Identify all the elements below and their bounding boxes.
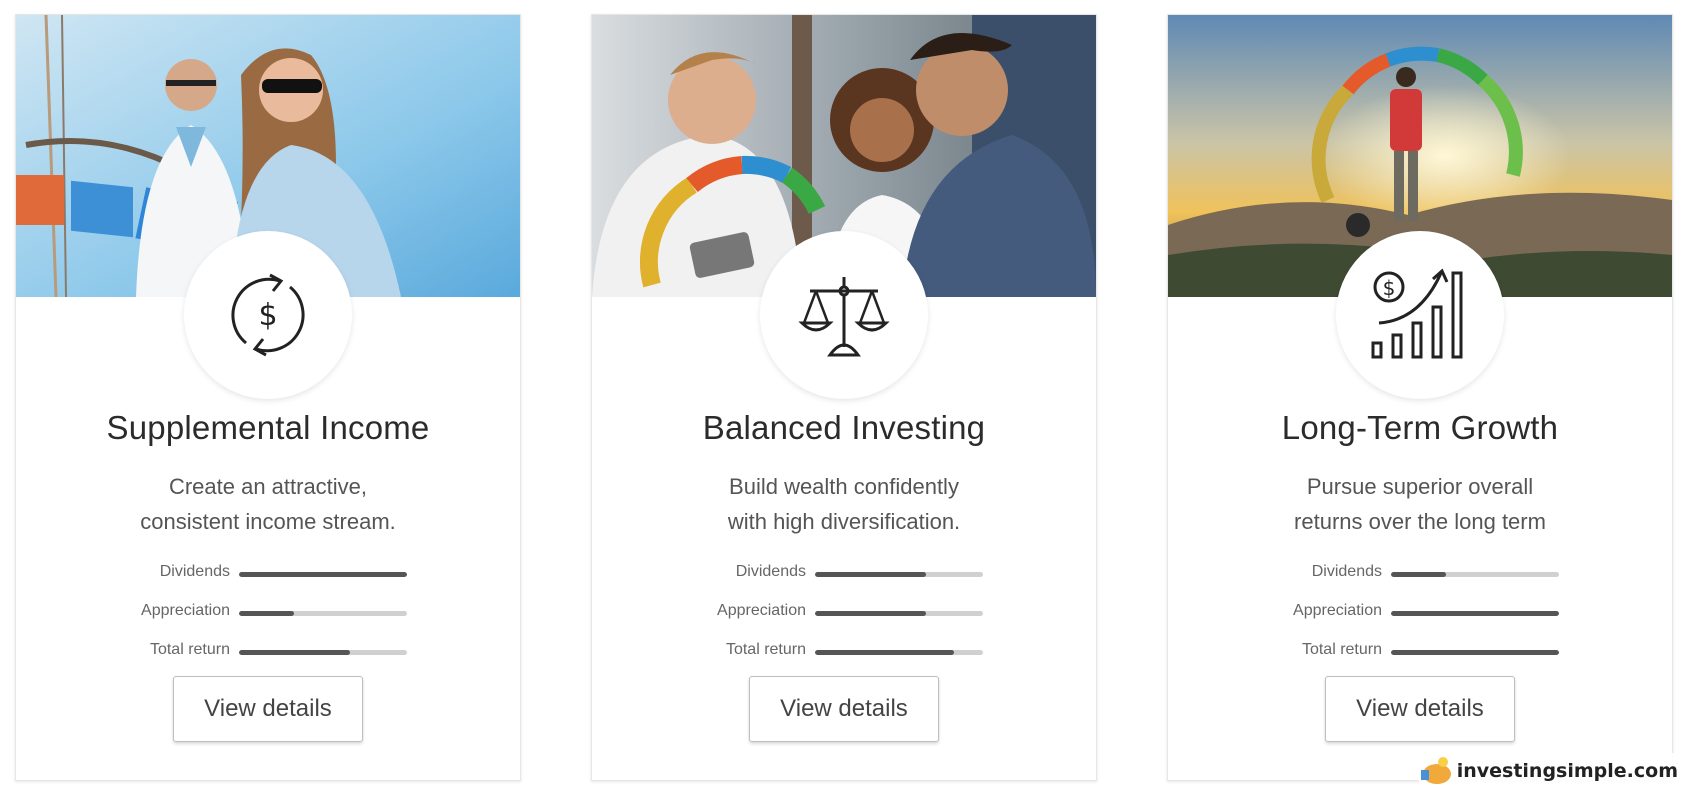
balance-scale-icon — [798, 277, 890, 357]
metrics-list: Dividends Appreciation Total return — [592, 563, 1096, 680]
view-details-button[interactable]: View details — [749, 676, 939, 742]
icon-badge: $ — [184, 231, 352, 399]
card-title: Long-Term Growth — [1281, 409, 1559, 446]
metric-dividends: Dividends — [592, 563, 1096, 602]
metric-appreciation: Appreciation — [592, 602, 1096, 641]
card-description: Pursue superior overall returns over the… — [1294, 474, 1546, 534]
piggy-bank-logo-icon — [1420, 757, 1451, 784]
metric-dividends: Dividends — [16, 563, 520, 602]
portfolio-card-balanced-investing: Balanced Investing Build wealth confiden… — [591, 14, 1097, 781]
metric-appreciation: Appreciation — [16, 602, 520, 641]
metric-total-return: Total return — [1168, 641, 1672, 680]
portfolio-card-supplemental-income: $ Supplemental Income Create an attracti… — [15, 14, 521, 781]
view-details-button[interactable]: View details — [1325, 676, 1515, 742]
metric-bar — [1391, 650, 1559, 655]
metric-dividends: Dividends — [1168, 563, 1672, 602]
metric-appreciation: Appreciation — [1168, 602, 1672, 641]
metric-bar — [239, 572, 407, 577]
icon-badge — [760, 231, 928, 399]
metric-total-return: Total return — [592, 641, 1096, 680]
metric-bar — [815, 572, 926, 577]
metric-total-return: Total return — [16, 641, 520, 680]
metrics-list: Dividends Appreciation Total return — [16, 563, 520, 680]
metrics-list: Dividends Appreciation Total return — [1168, 563, 1672, 680]
site-watermark: investingsimple.com — [1418, 753, 1678, 789]
metric-bar — [239, 650, 350, 655]
icon-badge: $ — [1336, 231, 1504, 399]
metric-bar — [1391, 572, 1447, 577]
portfolio-card-long-term-growth: $ Long-Term Growth Pursue superior overa… — [1167, 14, 1673, 781]
view-details-button[interactable]: View details — [173, 676, 363, 742]
card-title: Supplemental Income — [106, 409, 430, 446]
card-title: Balanced Investing — [702, 409, 986, 446]
dollar-cycle-icon: $ — [231, 273, 305, 357]
metric-bar — [815, 650, 955, 655]
growth-chart-icon: $ — [1371, 268, 1463, 359]
watermark-text: investingsimple.com — [1456, 760, 1678, 782]
metric-bar — [239, 611, 295, 616]
card-description: Create an attractive, consistent income … — [140, 474, 396, 534]
card-description: Build wealth confidently with high diver… — [727, 474, 961, 534]
metric-bar — [1391, 611, 1559, 616]
metric-bar — [815, 611, 926, 616]
svg-text:$: $ — [258, 298, 277, 333]
svg-text:$: $ — [1383, 276, 1396, 300]
